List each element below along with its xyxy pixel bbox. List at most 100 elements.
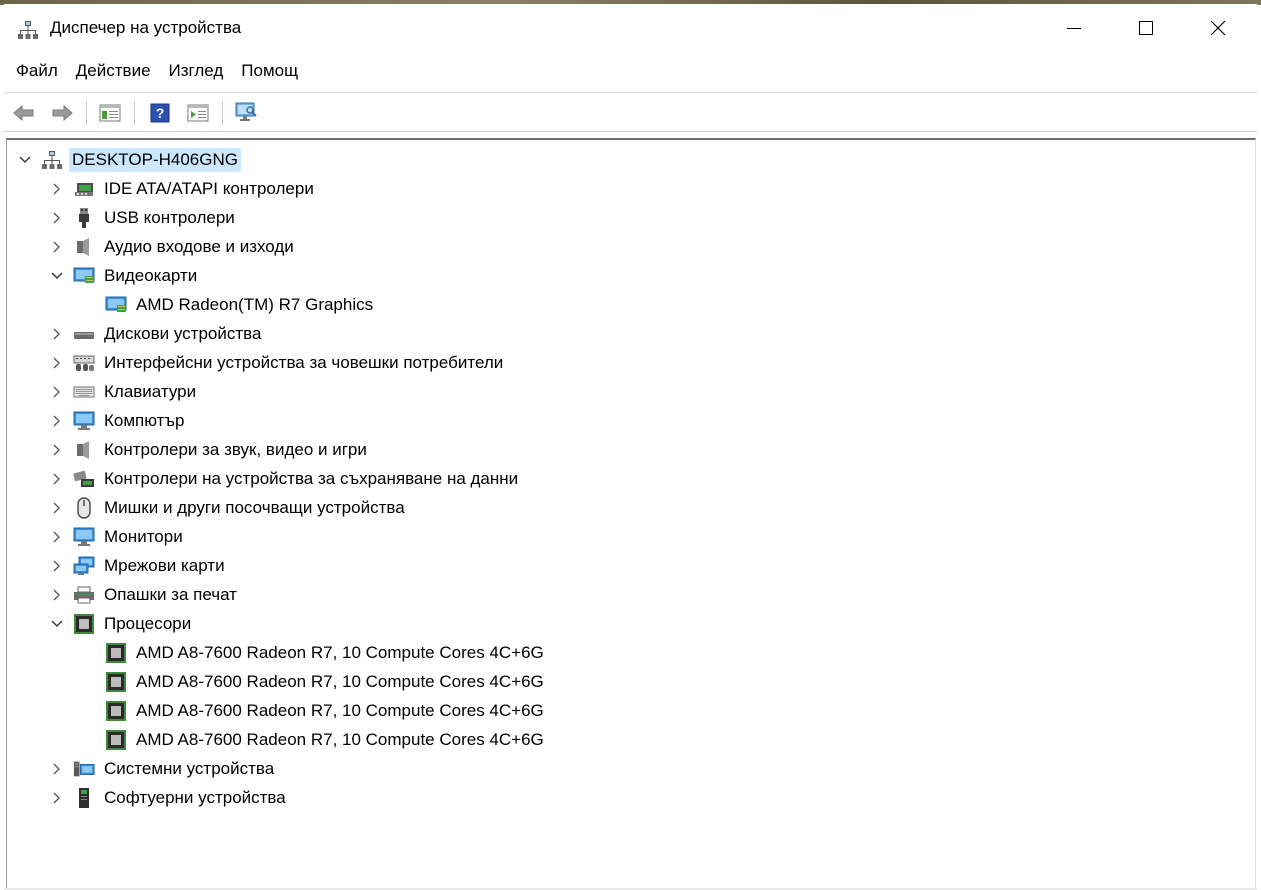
tree-item-label: AMD A8-7600 Radeon R7, 10 Compute Cores … <box>136 729 544 749</box>
close-icon <box>1210 20 1226 36</box>
forward-button[interactable] <box>50 102 74 124</box>
tree-item-label: Компютър <box>104 410 185 430</box>
tree-item-audio-io[interactable]: Аудио входове и изходи <box>49 232 297 261</box>
tree-item-amd-radeon-graphics[interactable]: AMD Radeon(TM) R7 Graphics <box>105 290 376 319</box>
chevron-right-icon[interactable] <box>49 761 65 777</box>
mouse-icon <box>73 496 95 519</box>
help-icon: ? <box>150 103 170 123</box>
tree-item-label: Софтуерни устройства <box>104 787 286 807</box>
tree-item-monitors[interactable]: Монитори <box>49 522 186 551</box>
chevron-right-icon[interactable] <box>49 500 65 516</box>
monitor-icon <box>73 410 95 432</box>
chevron-right-icon[interactable] <box>49 790 65 806</box>
usb-icon <box>73 207 95 229</box>
tree-item-label: Клавиатури <box>104 381 197 401</box>
back-button[interactable] <box>12 102 36 124</box>
keyboard-icon <box>73 381 95 403</box>
chevron-right-icon[interactable] <box>49 558 65 574</box>
menu-file[interactable]: Файл <box>4 56 67 86</box>
tree-item-sound-video-game[interactable]: Контролери за звук, видео и игри <box>49 435 370 464</box>
chevron-right-icon[interactable] <box>49 442 65 458</box>
chevron-right-icon[interactable] <box>49 181 65 197</box>
device-tree[interactable]: DESKTOP-H406GNG IDE ATA/ATAPI контролери… <box>6 138 1256 888</box>
computer-network-icon <box>18 20 38 40</box>
processor-icon <box>73 613 95 635</box>
forward-icon <box>52 105 73 121</box>
software-device-icon <box>73 787 95 809</box>
tree-item-label: Контролери на устройства за съхраняване … <box>104 468 519 488</box>
system-devices-icon <box>73 758 95 780</box>
tree-item-cpu-1[interactable]: AMD A8-7600 Radeon R7, 10 Compute Cores … <box>105 638 547 667</box>
tree-item-label: IDE ATA/ATAPI контролери <box>104 178 314 198</box>
display-adapter-icon <box>105 294 127 316</box>
toolbar: ? <box>4 92 1257 132</box>
tree-item-label: Контролери за звук, видео и игри <box>104 439 367 459</box>
back-icon <box>13 105 34 121</box>
storage-controller-icon <box>73 468 95 490</box>
tree-item-cpu-3[interactable]: AMD A8-7600 Radeon R7, 10 Compute Cores … <box>105 696 547 725</box>
tree-item-computer[interactable]: Компютър <box>49 406 188 435</box>
svg-text:?: ? <box>156 105 165 121</box>
speaker-icon <box>73 236 95 258</box>
tree-item-processors[interactable]: Процесори <box>49 609 194 638</box>
menu-bar: Файл Действие Изглед Помощ <box>4 56 1257 86</box>
tree-item-label: Интерфейсни устройства за човешки потреб… <box>104 352 504 372</box>
tree-item-mice[interactable]: Мишки и други посочващи устройства <box>49 493 408 522</box>
properties-icon <box>99 104 121 122</box>
menu-action[interactable]: Действие <box>67 56 160 86</box>
maximize-icon <box>1139 21 1153 35</box>
chevron-right-icon[interactable] <box>49 326 65 342</box>
speaker-icon <box>73 439 95 461</box>
tree-item-disk-drives[interactable]: Дискови устройства <box>49 319 264 348</box>
tree-item-cpu-4[interactable]: AMD A8-7600 Radeon R7, 10 Compute Cores … <box>105 725 547 754</box>
chevron-right-icon[interactable] <box>49 239 65 255</box>
tree-item-keyboards[interactable]: Клавиатури <box>49 377 199 406</box>
tree-item-software-devices[interactable]: Софтуерни устройства <box>49 783 289 812</box>
chevron-right-icon[interactable] <box>49 529 65 545</box>
chevron-down-icon[interactable] <box>17 152 33 168</box>
tree-item-print-queues[interactable]: Опашки за печат <box>49 580 240 609</box>
tree-item-label: Мрежови карти <box>104 555 225 575</box>
toolbar-separator <box>134 101 135 125</box>
tree-item-hid[interactable]: Интерфейсни устройства за човешки потреб… <box>49 348 506 377</box>
scan-hardware-button[interactable] <box>234 102 258 124</box>
maximize-button[interactable] <box>1115 4 1177 52</box>
update-driver-button[interactable] <box>186 102 210 124</box>
chevron-right-icon[interactable] <box>49 413 65 429</box>
minimize-icon <box>1067 28 1081 29</box>
tree-item-cpu-2[interactable]: AMD A8-7600 Radeon R7, 10 Compute Cores … <box>105 667 547 696</box>
tree-item-label: Монитори <box>104 526 183 546</box>
tree-item-display-adapters[interactable]: Видеокарти <box>49 261 200 290</box>
chevron-right-icon[interactable] <box>49 355 65 371</box>
tree-item-ide-controllers[interactable]: IDE ATA/ATAPI контролери <box>49 174 317 203</box>
chevron-down-icon[interactable] <box>49 268 65 284</box>
tree-item-label: AMD A8-7600 Radeon R7, 10 Compute Cores … <box>136 642 544 662</box>
help-button[interactable]: ? <box>148 102 172 124</box>
tree-item-label: Дискови устройства <box>104 323 262 343</box>
tree-item-network-adapters[interactable]: Мрежови карти <box>49 551 228 580</box>
chevron-right-icon[interactable] <box>49 384 65 400</box>
tree-item-system-devices[interactable]: Системни устройства <box>49 754 277 783</box>
chevron-right-icon[interactable] <box>49 471 65 487</box>
tree-root-computer[interactable]: DESKTOP-H406GNG <box>17 145 241 174</box>
update-driver-icon <box>187 104 209 122</box>
tree-item-label: USB контролери <box>104 207 235 227</box>
close-button[interactable] <box>1187 4 1249 52</box>
properties-button[interactable] <box>98 102 122 124</box>
tree-item-storage-controllers[interactable]: Контролери на устройства за съхраняване … <box>49 464 521 493</box>
chevron-right-icon[interactable] <box>49 587 65 603</box>
monitor-icon <box>73 526 95 548</box>
toolbar-separator <box>222 101 223 125</box>
chevron-right-icon[interactable] <box>49 210 65 226</box>
menu-help[interactable]: Помощ <box>232 56 307 86</box>
menu-view[interactable]: Изглед <box>160 56 233 86</box>
tree-item-label: AMD A8-7600 Radeon R7, 10 Compute Cores … <box>136 671 544 691</box>
chevron-down-icon[interactable] <box>49 616 65 632</box>
computer-network-icon <box>41 149 63 171</box>
title-bar[interactable]: Диспечер на устройства <box>4 4 1257 52</box>
tree-item-label: Системни устройства <box>104 758 275 778</box>
tree-item-label: Процесори <box>104 613 192 633</box>
tree-item-usb-controllers[interactable]: USB контролери <box>49 203 238 232</box>
device-manager-window: Диспечер на устройства Файл Действие Изг… <box>4 4 1257 890</box>
minimize-button[interactable] <box>1043 4 1105 52</box>
